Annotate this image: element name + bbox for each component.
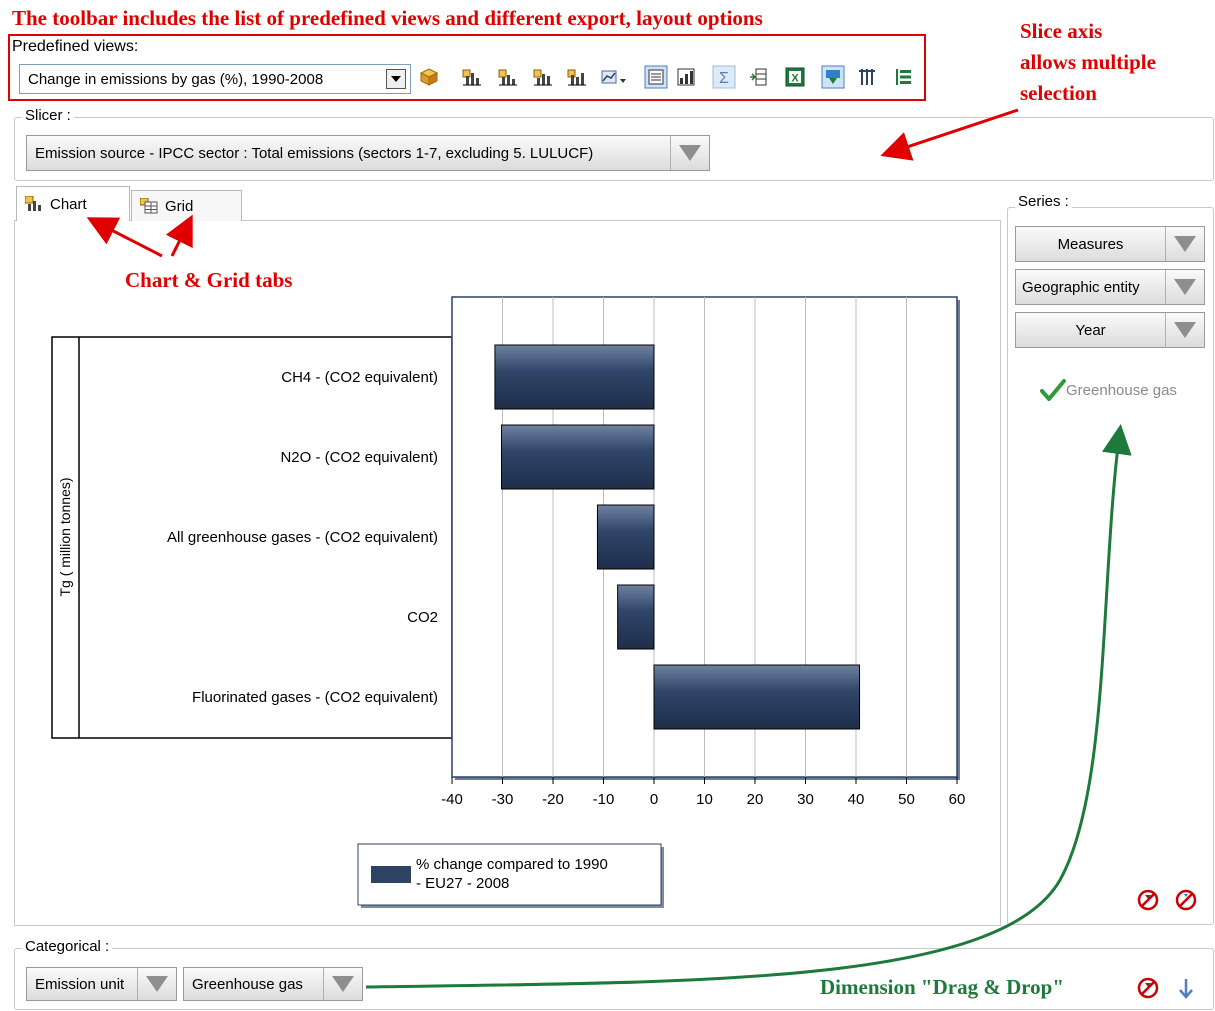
bar [617, 584, 655, 650]
bar [500, 424, 655, 490]
legend-swatch [371, 866, 411, 883]
no-filter-icon[interactable] [1174, 888, 1198, 912]
series-geographic-label: Geographic entity [1022, 278, 1140, 296]
x-tick-label: 20 [747, 791, 764, 808]
series-measures-label: Measures [1057, 235, 1124, 253]
legend-label-line-1: % change compared to 1990 [416, 856, 608, 873]
x-tick-label: 60 [949, 791, 966, 808]
chevron-down-icon[interactable] [137, 968, 176, 1000]
arrow-down-icon[interactable] [1176, 976, 1196, 1000]
x-tick-label: -10 [593, 791, 615, 808]
bar [596, 504, 655, 570]
greenhouse-label: Greenhouse gas [1066, 381, 1177, 399]
y-axis-label: Tg ( million tonnes) [57, 477, 73, 596]
no-sort-icon[interactable] [1136, 888, 1160, 912]
x-tick-label: -30 [492, 791, 514, 808]
category-label: All greenhouse gases - (CO2 equivalent) [167, 529, 438, 546]
series-year-button[interactable]: Year [1015, 312, 1205, 348]
checkmark-icon [1040, 379, 1066, 401]
categorical-label: Categorical : [22, 938, 113, 955]
no-sort-icon-categorical[interactable] [1136, 976, 1160, 1000]
x-tick-label: 40 [848, 791, 865, 808]
category-label: N2O - (CO2 equivalent) [280, 449, 438, 466]
chevron-down-icon[interactable] [1165, 270, 1204, 304]
category-label: CH4 - (CO2 equivalent) [281, 369, 438, 386]
legend-label-line-2: - EU27 - 2008 [416, 875, 509, 892]
x-tick-label: 50 [898, 791, 915, 808]
x-tick-label: 30 [797, 791, 814, 808]
category-label: Fluorinated gases - (CO2 equivalent) [192, 689, 438, 706]
x-tick-label: 10 [696, 791, 713, 808]
bar [494, 344, 655, 410]
bar [653, 664, 861, 730]
categorical-greenhouse-gas-label: Greenhouse gas [192, 975, 303, 993]
greenhouse-drop-target[interactable]: Greenhouse gas [1040, 378, 1177, 402]
chevron-down-icon[interactable] [1165, 313, 1204, 347]
x-tick-label: 0 [650, 791, 658, 808]
categorical-greenhouse-gas-button[interactable]: Greenhouse gas [183, 967, 363, 1001]
series-measures-button[interactable]: Measures [1015, 226, 1205, 262]
categorical-emission-unit-label: Emission unit [35, 975, 125, 993]
category-label: CO2 [407, 609, 438, 626]
x-tick-label: -20 [542, 791, 564, 808]
x-tick-label: -40 [441, 791, 463, 808]
categorical-emission-unit-button[interactable]: Emission unit [26, 967, 177, 1001]
series-label: Series : [1015, 193, 1072, 210]
series-year-label: Year [1075, 321, 1106, 339]
series-geographic-button[interactable]: Geographic entity [1015, 269, 1205, 305]
chevron-down-icon[interactable] [1165, 227, 1204, 261]
chevron-down-icon[interactable] [323, 968, 362, 1000]
